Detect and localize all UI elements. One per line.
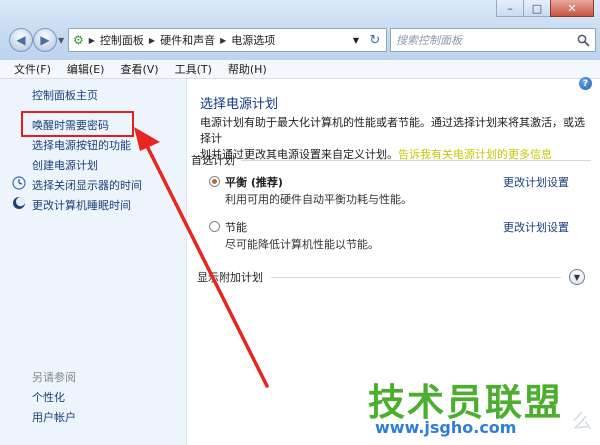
sidebar-item-create-power-plan[interactable]: 创建电源计划 <box>32 157 98 173</box>
radio-button[interactable] <box>209 221 220 232</box>
sidebar-item-change-sleep-time[interactable]: 更改计算机睡眠时间 <box>32 197 131 213</box>
see-also-heading: 另请参阅 <box>32 371 76 384</box>
control-panel-icon: ⚙ <box>73 33 84 47</box>
breadcrumb-separator-icon[interactable]: ▶ <box>149 36 155 45</box>
sidebar-item-control-panel-home[interactable]: 控制面板主页 <box>32 87 98 103</box>
change-plan-settings-link[interactable]: 更改计划设置 <box>503 219 569 235</box>
search-box[interactable]: 搜索控制面板 <box>390 28 596 52</box>
address-bar[interactable]: ⚙ ▶ 控制面板 ▶ 硬件和声音 ▶ 电源选项 ▼ <box>68 28 366 52</box>
watermark-url: www.jsgho.com <box>375 418 517 437</box>
maximize-button[interactable]: □ <box>523 0 551 17</box>
breadcrumb-item[interactable]: 控制面板 <box>100 32 144 48</box>
sidebar-item-user-accounts[interactable]: 用户帐户 <box>32 409 76 425</box>
section-divider <box>241 159 591 161</box>
menu-help[interactable]: 帮助(H) <box>220 61 275 77</box>
address-dropdown-icon[interactable]: ▼ <box>353 36 359 45</box>
search-placeholder: 搜索控制面板 <box>396 34 462 47</box>
highlight-box <box>21 111 134 137</box>
breadcrumb: ▶ 控制面板 ▶ 硬件和声音 ▶ 电源选项 <box>84 32 275 48</box>
change-plan-settings-link[interactable]: 更改计划设置 <box>503 174 569 190</box>
menu-bar: 文件(F) 编辑(E) 查看(V) 工具(T) 帮助(H) <box>0 60 600 79</box>
section-divider <box>271 276 561 278</box>
breadcrumb-separator-icon: ▶ <box>88 35 95 45</box>
plan-description: 利用可用的硬件自动平衡功耗与性能。 <box>225 193 412 206</box>
expand-chevron-icon[interactable]: ▼ <box>569 269 585 285</box>
menu-file[interactable]: 文件(F) <box>0 61 59 77</box>
breadcrumb-item[interactable]: 硬件和声音 <box>160 32 215 48</box>
refresh-icon: ↻ <box>369 32 381 48</box>
plan-description: 尽可能降低计算机性能以节能。 <box>225 238 379 251</box>
window-controls: – □ ✕ <box>496 0 594 17</box>
menu-tools[interactable]: 工具(T) <box>167 61 220 77</box>
refresh-button[interactable]: ↻ <box>364 28 387 52</box>
forward-button[interactable]: ▶ <box>33 28 57 52</box>
section-heading: 首选计划 <box>191 154 235 167</box>
forward-arrow-icon: ▶ <box>40 33 50 47</box>
additional-plans-section[interactable]: 显示附加计划 ▼ <box>197 269 585 285</box>
show-additional-plans-label[interactable]: 显示附加计划 <box>197 269 263 285</box>
page-title: 选择电源计划 <box>200 97 279 112</box>
minimize-button[interactable]: – <box>496 0 524 17</box>
back-arrow-icon: ◀ <box>16 33 26 47</box>
back-button[interactable]: ◀ <box>9 28 33 52</box>
menu-view[interactable]: 查看(V) <box>112 61 166 77</box>
sidebar-item-personalization[interactable]: 个性化 <box>32 389 65 405</box>
preferred-plans-section: 首选计划 <box>191 152 591 168</box>
sidebar-item-display-off-time[interactable]: 选择关闭显示器的时间 <box>32 177 142 193</box>
menu-edit[interactable]: 编辑(E) <box>59 61 113 77</box>
breadcrumb-item[interactable]: 电源选项 <box>231 32 275 48</box>
watermark-corner-glyph: 么 <box>572 409 592 433</box>
sleep-moon-icon <box>13 197 26 209</box>
description-text: 电源计划有助于最大化计算机的性能或者节能。通过选择计划来将其激活，或选择计 <box>200 116 585 145</box>
help-icon[interactable]: ? <box>579 77 592 90</box>
search-icon[interactable] <box>577 34 590 47</box>
plan-name: 节能 <box>225 221 247 234</box>
display-timer-icon <box>12 176 26 190</box>
breadcrumb-separator-icon[interactable]: ▶ <box>220 36 226 45</box>
sidebar-item-power-button-function[interactable]: 选择电源按钮的功能 <box>32 137 131 153</box>
recent-pages-dropdown-icon[interactable]: ▼ <box>58 36 64 45</box>
radio-button-selected[interactable] <box>209 176 220 187</box>
plan-name: 平衡 (推荐) <box>225 176 283 189</box>
title-bar: – □ ✕ ◀ ▶ ▼ ⚙ ▶ 控制面板 ▶ 硬件和声音 ▶ 电源选项 ▼ ↻ … <box>0 0 600 61</box>
close-button[interactable]: ✕ <box>550 0 594 17</box>
